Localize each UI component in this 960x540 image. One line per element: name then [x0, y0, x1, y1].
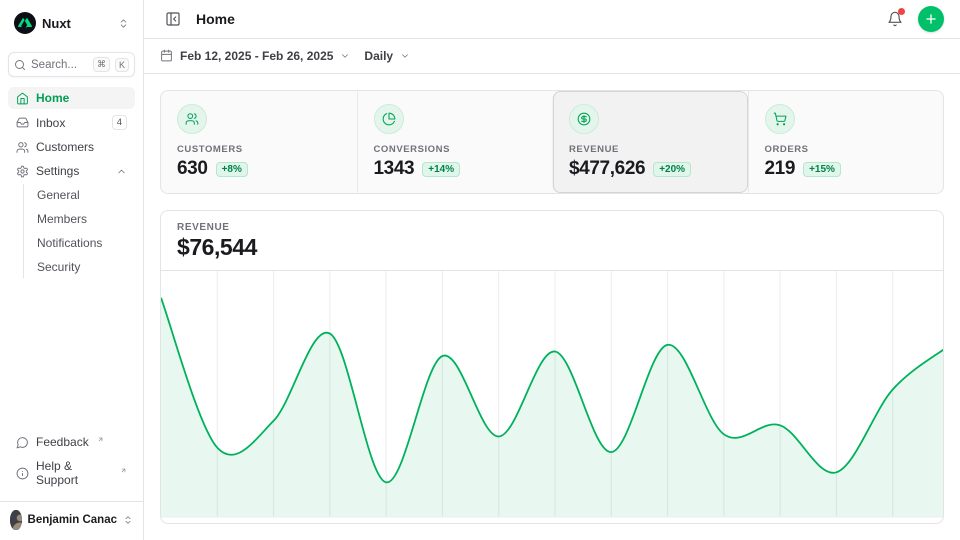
- sidebar-item-home[interactable]: Home: [8, 87, 135, 109]
- workspace-switcher[interactable]: Nuxt: [8, 8, 135, 38]
- stat-value: 219: [765, 158, 796, 180]
- external-link-icon: [120, 467, 127, 474]
- chart-label: REVENUE: [177, 222, 927, 233]
- sidebar-item-customers[interactable]: Customers: [8, 136, 135, 158]
- stat-delta-badge: +15%: [803, 162, 841, 177]
- help-support-label: Help & Support: [36, 459, 112, 487]
- home-icon: [16, 92, 29, 105]
- sidebar-item-label: Customers: [36, 140, 127, 154]
- sidebar-item-settings[interactable]: Settings: [8, 160, 135, 182]
- date-range-picker[interactable]: Feb 12, 2025 - Feb 26, 2025: [160, 49, 350, 63]
- filters-toolbar: Feb 12, 2025 - Feb 26, 2025 Daily: [144, 39, 960, 75]
- search-placeholder: Search...: [31, 59, 88, 71]
- sidebar-nav: Home Inbox 4 Customers Settings: [8, 87, 135, 278]
- chevron-down-icon: [400, 51, 410, 61]
- sidebar-item-label: Home: [36, 91, 127, 105]
- chevron-down-icon: [340, 51, 350, 61]
- sidebar-footer: Feedback Help & Support Benjamin Canac: [8, 431, 135, 532]
- external-link-icon: [97, 436, 104, 443]
- app-window: Nuxt Search... ⌘ K Home: [0, 0, 960, 540]
- search-icon: [14, 59, 26, 71]
- feedback-label: Feedback: [36, 435, 89, 449]
- stat-value: $477,626: [569, 158, 645, 180]
- stats-grid: CUSTOMERS 630 +8% CONVERSIONS 1343 +14%: [160, 90, 944, 194]
- sidebar-item-members[interactable]: Members: [29, 208, 135, 230]
- plus-icon: [924, 12, 938, 26]
- info-icon: [16, 467, 29, 480]
- sidebar-item-security[interactable]: Security: [29, 256, 135, 278]
- message-circle-icon: [16, 436, 29, 449]
- stat-value: 630: [177, 158, 208, 180]
- stat-card-conversions[interactable]: CONVERSIONS 1343 +14%: [357, 91, 553, 193]
- notification-dot: [898, 8, 905, 15]
- sidebar-item-label: Settings: [36, 164, 109, 178]
- users-icon: [177, 104, 207, 134]
- pie-chart-icon: [374, 104, 404, 134]
- sidebar-item-notifications[interactable]: Notifications: [29, 232, 135, 254]
- inbox-count-badge: 4: [112, 115, 127, 130]
- stat-card-orders[interactable]: ORDERS 219 +15%: [748, 91, 944, 193]
- panel-left-close-icon: [165, 11, 181, 27]
- stat-label: CUSTOMERS: [177, 144, 341, 155]
- granularity-select[interactable]: Daily: [364, 49, 410, 63]
- date-range-value: Feb 12, 2025 - Feb 26, 2025: [180, 49, 333, 63]
- chevrons-up-down-icon: [123, 515, 133, 525]
- stat-delta-badge: +20%: [653, 162, 691, 177]
- user-avatar: [10, 510, 22, 530]
- content-area: CUSTOMERS 630 +8% CONVERSIONS 1343 +14%: [144, 74, 960, 540]
- stat-label: REVENUE: [569, 144, 732, 155]
- gear-icon: [16, 165, 29, 178]
- dollar-circle-icon: [569, 104, 599, 134]
- chevrons-up-down-icon: [118, 18, 129, 29]
- page-title: Home: [196, 11, 872, 27]
- users-icon: [16, 141, 29, 154]
- feedback-link[interactable]: Feedback: [8, 431, 135, 453]
- cart-icon: [765, 104, 795, 134]
- revenue-chart-svg[interactable]: 14 Feb16 Feb18 Feb20 Feb22 Feb24 Feb: [161, 271, 944, 524]
- chevron-up-icon: [116, 166, 127, 177]
- settings-subnav: General Members Notifications Security: [23, 184, 135, 278]
- stat-delta-badge: +8%: [216, 162, 248, 177]
- sidebar-item-label: Inbox: [36, 116, 105, 130]
- stat-card-customers[interactable]: CUSTOMERS 630 +8%: [161, 91, 357, 193]
- main-panel: Home Feb 12, 2025 - Feb 26, 2025: [144, 0, 960, 540]
- collapse-sidebar-button[interactable]: [160, 6, 186, 32]
- workspace-name: Nuxt: [42, 16, 112, 31]
- calendar-icon: [160, 49, 173, 62]
- sidebar-item-general[interactable]: General: [29, 184, 135, 206]
- kbd-meta: ⌘: [93, 57, 110, 72]
- stat-label: ORDERS: [765, 144, 928, 155]
- stat-delta-badge: +14%: [422, 162, 460, 177]
- stat-card-revenue[interactable]: REVENUE $477,626 +20%: [552, 91, 748, 193]
- nuxt-logo-icon: [14, 12, 36, 34]
- revenue-chart-card: REVENUE $76,544 14 Feb16 Feb18 Feb20 Feb…: [160, 210, 944, 524]
- chart-headline-value: $76,544: [177, 234, 927, 261]
- sidebar-item-inbox[interactable]: Inbox 4: [8, 111, 135, 134]
- notifications-button[interactable]: [882, 6, 908, 32]
- top-header: Home: [144, 0, 960, 39]
- kbd-k: K: [115, 58, 129, 72]
- help-support-link[interactable]: Help & Support: [8, 455, 135, 491]
- chart-header: REVENUE $76,544: [161, 211, 943, 271]
- sidebar: Nuxt Search... ⌘ K Home: [0, 0, 144, 540]
- user-menu[interactable]: Benjamin Canac: [0, 501, 143, 532]
- user-name: Benjamin Canac: [28, 514, 117, 526]
- stat-label: CONVERSIONS: [374, 144, 537, 155]
- stat-value: 1343: [374, 158, 415, 180]
- granularity-value: Daily: [364, 49, 393, 63]
- search-input[interactable]: Search... ⌘ K: [8, 52, 135, 77]
- inbox-icon: [16, 116, 29, 129]
- add-button[interactable]: [918, 6, 944, 32]
